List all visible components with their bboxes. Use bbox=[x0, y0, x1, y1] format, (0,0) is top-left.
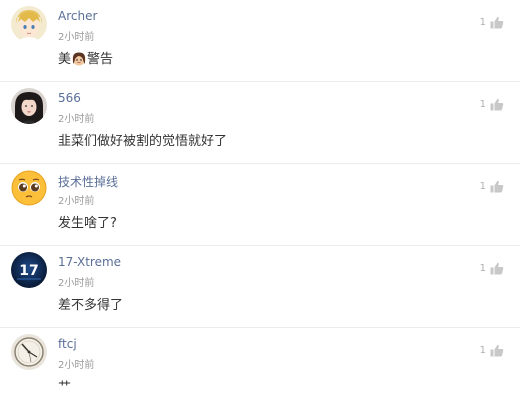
thumbs-up-icon bbox=[490, 344, 504, 357]
like-button[interactable]: 1 bbox=[480, 262, 504, 275]
avatar[interactable] bbox=[11, 6, 47, 42]
thumbs-up-icon bbox=[490, 262, 504, 275]
comment-text: 发生啥了? bbox=[58, 216, 117, 231]
pleading-face-icon bbox=[11, 170, 47, 206]
clock-icon bbox=[11, 334, 47, 370]
thumbs-up-icon bbox=[490, 98, 504, 111]
crying-face-icon bbox=[72, 52, 86, 66]
comment-item: 566 2小时前 韭菜们做好被割的觉悟就好了 1 bbox=[0, 82, 520, 164]
like-button[interactable]: 1 bbox=[480, 180, 504, 193]
timestamp: 2小时前 bbox=[58, 32, 95, 43]
avatar-logo-text: 17 bbox=[19, 263, 38, 279]
like-count: 1 bbox=[479, 345, 486, 356]
timestamp: 2小时前 bbox=[58, 114, 95, 125]
username[interactable]: 566 bbox=[58, 91, 81, 105]
comment-feed: Archer 2小时前 美 警告 1 566 2小时前 韭菜们做好被割的觉悟就好… bbox=[0, 0, 520, 400]
comment-item: ftcj 2小时前 艹 1 bbox=[0, 328, 520, 400]
avatar[interactable]: 17 bbox=[11, 252, 47, 288]
username[interactable]: Archer bbox=[58, 9, 97, 23]
avatar[interactable] bbox=[11, 334, 47, 370]
anime-character-icon bbox=[11, 6, 47, 42]
timestamp: 2小时前 bbox=[58, 278, 95, 289]
comment-item: 17 17-Xtreme 2小时前 差不多得了 1 bbox=[0, 246, 520, 328]
like-button[interactable]: 1 bbox=[480, 16, 504, 29]
like-count: 1 bbox=[479, 263, 486, 274]
avatar[interactable] bbox=[11, 170, 47, 206]
timestamp: 2小时前 bbox=[58, 196, 95, 207]
avatar[interactable] bbox=[11, 88, 47, 124]
like-button[interactable]: 1 bbox=[480, 344, 504, 357]
like-button[interactable]: 1 bbox=[480, 98, 504, 111]
comment-text-part: 美 bbox=[58, 52, 72, 67]
portrait-icon bbox=[11, 88, 47, 124]
comment-text: 差不多得了 bbox=[58, 298, 124, 313]
like-count: 1 bbox=[479, 181, 486, 192]
comment-item: 技术性掉线 2小时前 发生啥了? 1 bbox=[0, 164, 520, 246]
username[interactable]: 技术性掉线 bbox=[58, 173, 118, 190]
like-count: 1 bbox=[479, 17, 486, 28]
thumbs-up-icon bbox=[490, 16, 504, 29]
comment-text: 美 警告 bbox=[58, 52, 113, 68]
username[interactable]: ftcj bbox=[58, 337, 77, 351]
like-count: 1 bbox=[479, 99, 486, 110]
comment-text: 艹 bbox=[58, 380, 72, 395]
comment-text-part: 警告 bbox=[87, 52, 114, 67]
thumbs-up-icon bbox=[490, 180, 504, 193]
comment-text: 韭菜们做好被割的觉悟就好了 bbox=[58, 134, 228, 149]
seventeen-logo-icon: 17 bbox=[11, 252, 47, 288]
timestamp: 2小时前 bbox=[58, 360, 95, 371]
username[interactable]: 17-Xtreme bbox=[58, 255, 121, 269]
comment-item: Archer 2小时前 美 警告 1 bbox=[0, 0, 520, 82]
